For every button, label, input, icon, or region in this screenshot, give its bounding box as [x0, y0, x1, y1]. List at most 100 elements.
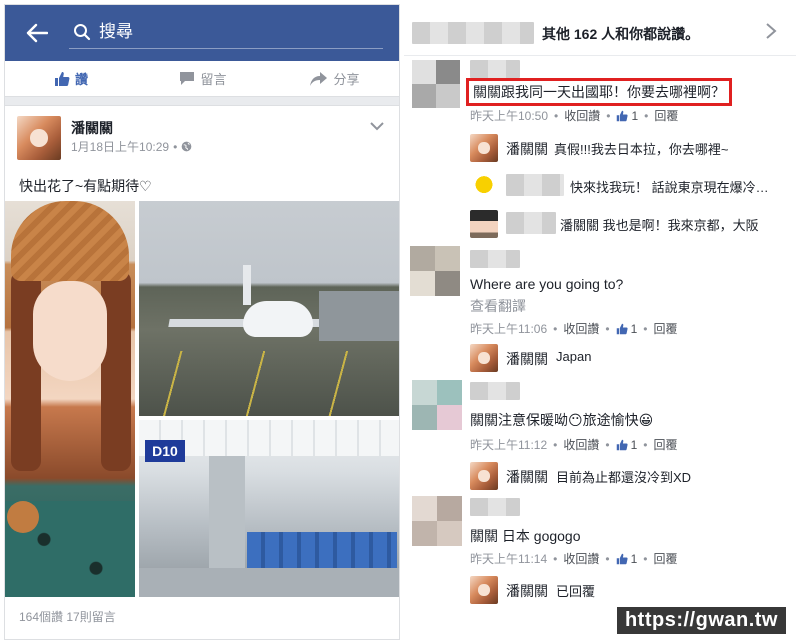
- post-author[interactable]: 潘關關: [71, 118, 113, 138]
- reply-4-1: 潘關關 已回覆: [470, 576, 790, 604]
- reply-avatar[interactable]: [470, 576, 498, 604]
- reply-text: Japan: [556, 349, 592, 364]
- withdraw-like-link[interactable]: 收回讚: [563, 550, 599, 567]
- thumbs-up-icon: [616, 553, 628, 564]
- reply-author[interactable]: 潘關關: [506, 467, 548, 487]
- comment-like-count[interactable]: 1: [616, 109, 638, 123]
- comment-text: Where are you going to?: [470, 276, 624, 292]
- post-options-chevron-icon[interactable]: [369, 120, 385, 132]
- reply-link[interactable]: 回覆: [653, 436, 677, 453]
- comments-panel: 其他 162 人和你都說讚。 關關跟我同一天出國耶！你要去哪裡啊？ 昨天上午10…: [404, 4, 796, 640]
- chevron-right-icon[interactable]: [764, 22, 778, 40]
- share-button[interactable]: 分享: [269, 61, 399, 96]
- comment-2: Where are you going to? 查看翻譯 昨天上午11:06 •…: [404, 246, 796, 372]
- comment-1: 關關跟我同一天出國耶！你要去哪裡啊？ 昨天上午10:50 • 收回讚 • 1 •…: [404, 60, 796, 240]
- comment-button[interactable]: 留言: [137, 61, 269, 96]
- thumbs-up-icon: [54, 71, 70, 86]
- reply-author[interactable]: 潘關關: [506, 139, 548, 159]
- site-watermark: https://gwan.tw: [616, 607, 786, 634]
- photo-airport-gate[interactable]: D10: [139, 420, 399, 597]
- comment-meta: 昨天上午11:06 • 收回讚 • 1 • 回覆: [470, 320, 678, 337]
- photo-selfie[interactable]: [5, 201, 135, 597]
- comment-label: 留言: [200, 72, 227, 87]
- reply-author[interactable]: 潘關關: [506, 349, 548, 369]
- photo-airplane[interactable]: [139, 201, 399, 416]
- thumbs-up-icon: [616, 439, 628, 450]
- post-panel: 讚 留言 分享 潘關關 1月18日上午10:29 • 快出花了~有點期待♡: [4, 4, 400, 640]
- gate-sign: D10: [145, 440, 185, 462]
- post-stats[interactable]: 164個讚 17則留言: [19, 608, 116, 625]
- photo-grid: D10: [5, 201, 399, 597]
- share-icon: [310, 71, 328, 86]
- post-text: 快出花了~有點期待♡: [19, 178, 152, 194]
- globe-icon: [181, 141, 192, 152]
- commenter-avatar[interactable]: [412, 496, 462, 546]
- reply-author[interactable]: 潘關關: [506, 581, 548, 601]
- reply-link[interactable]: 回覆: [654, 107, 678, 124]
- commenter-name-blurred[interactable]: [470, 382, 520, 400]
- reply-avatar[interactable]: [470, 462, 498, 490]
- reply-text: 已回覆: [556, 584, 596, 599]
- commenter-name-blurred[interactable]: [470, 250, 520, 268]
- face: [33, 281, 107, 381]
- likes-summary[interactable]: 其他 162 人和你都說讚。: [404, 4, 796, 56]
- commenter-avatar[interactable]: [412, 60, 460, 108]
- blurred-names: [412, 22, 534, 44]
- comment-text: 關關注意保暖呦😶旅途愉快😀: [470, 412, 654, 428]
- comment-like-count[interactable]: 1: [616, 552, 637, 566]
- post-header: 潘關關 1月18日上午10:29 •: [17, 116, 389, 164]
- post-timestamp[interactable]: 1月18日上午10:29: [71, 138, 169, 155]
- comment-icon: [180, 72, 195, 85]
- search-icon: [74, 23, 91, 40]
- reply-avatar[interactable]: [470, 134, 498, 162]
- commenter-avatar[interactable]: [412, 380, 462, 430]
- airplane: [243, 301, 313, 337]
- search-bar[interactable]: [69, 15, 383, 49]
- comment-meta: 昨天上午10:50 • 收回讚 • 1 • 回覆: [470, 107, 679, 124]
- commenter-name-blurred[interactable]: [470, 60, 520, 78]
- back-arrow-icon: [26, 23, 48, 43]
- jet-bridge: [319, 291, 399, 341]
- reply-avatar[interactable]: [470, 210, 498, 238]
- likes-text: 其他 162 人和你都說讚。: [542, 26, 700, 42]
- reply-1-2: 快來找我玩！ 話說東京現在爆冷…: [470, 172, 790, 200]
- search-input[interactable]: [99, 21, 369, 42]
- back-button[interactable]: [23, 19, 51, 47]
- comment-like-count[interactable]: 1: [616, 322, 637, 336]
- see-translation-link[interactable]: 查看翻譯: [470, 296, 526, 316]
- reply-1-1: 潘關關 真假!!!我去日本拉，你去哪裡~: [470, 134, 790, 162]
- post-card: 潘關關 1月18日上午10:29 • 快出花了~有點期待♡ D10 164個讚 …: [5, 105, 399, 639]
- meta-separator: •: [173, 139, 178, 154]
- like-button[interactable]: 讚: [5, 61, 137, 96]
- comment-like-count[interactable]: 1: [616, 438, 637, 452]
- thumbs-up-icon: [616, 323, 628, 334]
- reply-author-blurred[interactable]: [506, 174, 564, 196]
- withdraw-like-link[interactable]: 收回讚: [564, 107, 600, 124]
- post-meta: 1月18日上午10:29 •: [71, 138, 192, 155]
- comment-meta: 昨天上午11:12 • 收回讚 • 1 • 回覆: [470, 436, 678, 453]
- reply-avatar[interactable]: [470, 172, 498, 200]
- comment-3: 關關注意保暖呦😶旅途愉快😀 昨天上午11:12 • 收回讚 • 1 • 回覆 潘…: [404, 380, 796, 490]
- commenter-name-blurred[interactable]: [470, 498, 520, 516]
- commenter-avatar[interactable]: [410, 246, 460, 296]
- lounge-seats: [247, 532, 397, 568]
- comment-time[interactable]: 昨天上午11:06: [470, 320, 547, 337]
- reply-text: 潘關關 我也是啊！我來京都，大阪: [560, 218, 759, 233]
- withdraw-like-link[interactable]: 收回讚: [563, 436, 599, 453]
- reply-link[interactable]: 回覆: [653, 550, 677, 567]
- comment-time[interactable]: 昨天上午11:12: [470, 436, 547, 453]
- comment-time[interactable]: 昨天上午11:14: [470, 550, 547, 567]
- comment-meta: 昨天上午11:14 • 收回讚 • 1 • 回覆: [470, 550, 678, 567]
- reply-avatar[interactable]: [470, 344, 498, 372]
- knit-hat: [11, 201, 129, 281]
- top-bar: [5, 5, 399, 61]
- reply-link[interactable]: 回覆: [653, 320, 677, 337]
- comment-time[interactable]: 昨天上午10:50: [470, 107, 548, 124]
- comment-text: 關關 日本 gogogo: [470, 528, 581, 544]
- author-avatar[interactable]: [17, 116, 61, 160]
- reply-author-blurred[interactable]: [506, 212, 556, 234]
- post-action-bar: 讚 留言 分享: [5, 61, 399, 97]
- share-label: 分享: [333, 72, 360, 87]
- withdraw-like-link[interactable]: 收回讚: [563, 320, 599, 337]
- reply-3-1: 潘關關 目前為止都還沒冷到XD: [470, 462, 790, 490]
